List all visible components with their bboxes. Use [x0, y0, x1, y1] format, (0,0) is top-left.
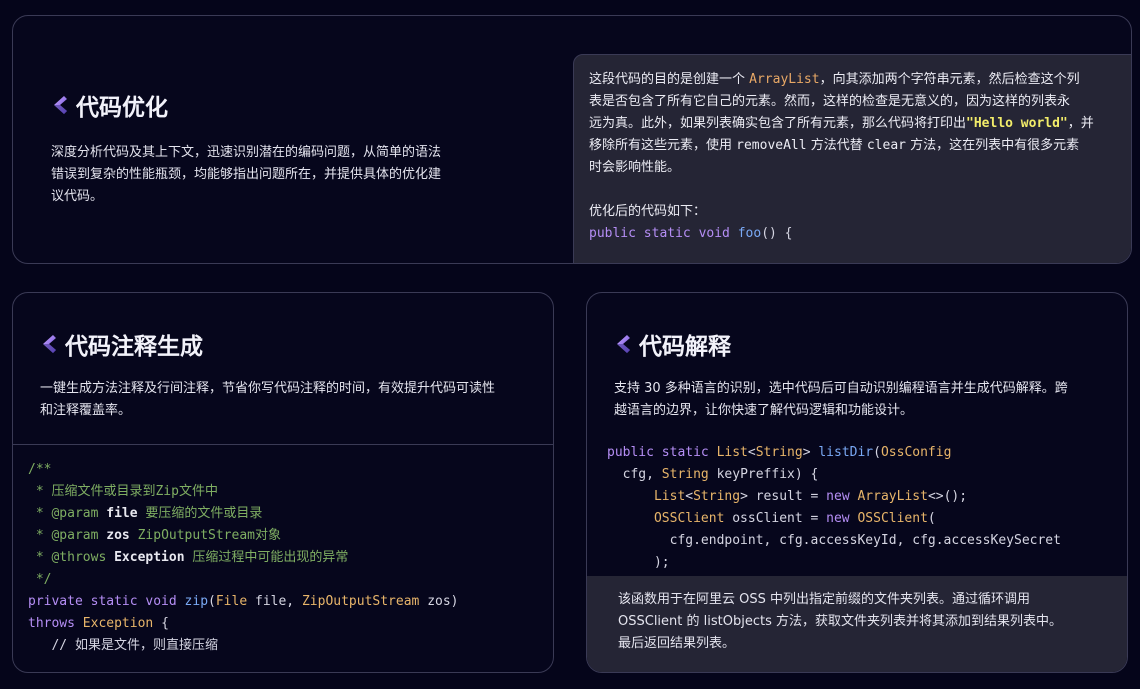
- explanation-panel: 该函数用于在阿里云 OSS 中列出指定前缀的文件夹列表。通过循环调用 OSSCl…: [587, 576, 1127, 672]
- explain-line: 最后返回结果列表。: [618, 636, 736, 651]
- inline-code: clear: [866, 138, 906, 153]
- analysis-line: 移除所有这些元素，使用 removeAll 方法代替 clear 方法，这在列表…: [589, 138, 1080, 153]
- desc-line: 议代码。: [51, 189, 104, 204]
- code-line: public static List<String> listDir(OssCo…: [607, 445, 952, 460]
- card-code-explanation: 代码解释 支持 30 多种语言的识别，选中代码后可自动识别编程语言并生成代码解释…: [586, 292, 1128, 673]
- code-line: * @throws Exception 压缩过程中可能出现的异常: [28, 550, 349, 565]
- divider: [13, 444, 553, 445]
- code-line: */: [28, 572, 52, 587]
- explain-line: OSSClient 的 listObjects 方法，获取文件夹列表并将其添加到…: [618, 614, 1062, 629]
- inline-code: ArrayList: [749, 72, 820, 87]
- card-description: 一键生成方法注释及行间注释，节省你写代码注释的时间，有效提升代码可读性 和注释覆…: [40, 378, 550, 422]
- code-line: cfg.endpoint, cfg.accessKeyId, cfg.acces…: [607, 533, 1061, 548]
- card-comment-generation: 代码注释生成 一键生成方法注释及行间注释，节省你写代码注释的时间，有效提升代码可…: [12, 292, 554, 673]
- analysis-panel: 这段代码的目的是创建一个 ArrayList，向其添加两个字符串元素，然后检查这…: [573, 54, 1131, 263]
- code-line: cfg, String keyPreffix) {: [607, 467, 819, 482]
- code-line: OSSClient ossClient = new OSSClient(: [607, 511, 936, 526]
- code-line: public static void foo() {: [589, 226, 793, 241]
- card-description: 深度分析代码及其上下文，迅速识别潜在的编码问题，从简单的语法 错误到复杂的性能瓶…: [51, 142, 491, 208]
- desc-line: 支持 30 多种语言的识别，选中代码后可自动识别编程语言并生成代码解释。跨: [614, 381, 1068, 396]
- chevron-left-icon: [43, 335, 56, 353]
- optimized-label: 优化后的代码如下：: [589, 204, 707, 219]
- desc-line: 深度分析代码及其上下文，迅速识别潜在的编码问题，从简单的语法: [51, 145, 442, 160]
- code-line: );: [607, 555, 670, 570]
- analysis-line: 这段代码的目的是创建一个 ArrayList，向其添加两个字符串元素，然后检查这…: [589, 72, 1080, 87]
- code-line: /**: [28, 462, 52, 477]
- desc-line: 越语言的边界，让你快速了解代码逻辑和功能设计。: [614, 403, 914, 418]
- card-title: 代码解释: [613, 327, 731, 361]
- analysis-line: 表是否包含了所有它自己的元素。然而，这样的检查是无意义的，因为这样的列表永: [589, 94, 1071, 109]
- code-block: public static List<String> listDir(OssCo…: [607, 442, 1061, 574]
- chevron-left-icon: [617, 335, 630, 353]
- code-line: * @param file 要压缩的文件或目录: [28, 506, 263, 521]
- desc-line: 和注释覆盖率。: [40, 403, 132, 418]
- analysis-line: 远为真。此外，如果列表确实包含了所有元素，那么代码将打印出"Hello worl…: [589, 116, 1094, 131]
- card-title-text: 代码注释生成: [65, 334, 203, 360]
- card-code-optimization: 代码优化 深度分析代码及其上下文，迅速识别潜在的编码问题，从简单的语法 错误到复…: [12, 15, 1132, 264]
- code-line: * @param zos ZipOutputStream对象: [28, 528, 281, 543]
- code-line: throws Exception {: [28, 616, 169, 631]
- code-line: List<String> result = new ArrayList<>();: [607, 489, 968, 504]
- card-title: 代码注释生成: [39, 327, 203, 361]
- explain-line: 该函数用于在阿里云 OSS 中列出指定前缀的文件夹列表。通过循环调用: [618, 592, 1031, 607]
- code-line: private static void zip(File file, ZipOu…: [28, 594, 459, 609]
- desc-line: 一键生成方法注释及行间注释，节省你写代码注释的时间，有效提升代码可读性: [40, 381, 496, 396]
- inline-code: "Hello world": [966, 116, 1068, 131]
- code-line: * 压缩文件或目录到Zip文件中: [28, 484, 218, 499]
- card-description: 支持 30 多种语言的识别，选中代码后可自动识别编程语言并生成代码解释。跨 越语…: [614, 378, 1124, 422]
- card-title: 代码优化: [50, 88, 168, 122]
- code-block: /** * 压缩文件或目录到Zip文件中 * @param file 要压缩的文…: [28, 459, 459, 657]
- desc-line: 错误到复杂的性能瓶颈，均能够指出问题所在，并提供具体的优化建: [51, 167, 442, 182]
- chevron-left-icon: [54, 96, 67, 114]
- card-title-text: 代码优化: [76, 95, 168, 121]
- analysis-line: 时会影响性能。: [589, 160, 681, 175]
- inline-code: removeAll: [736, 138, 807, 153]
- code-line: // 如果是文件，则直接压缩: [28, 638, 218, 653]
- card-title-text: 代码解释: [639, 334, 731, 360]
